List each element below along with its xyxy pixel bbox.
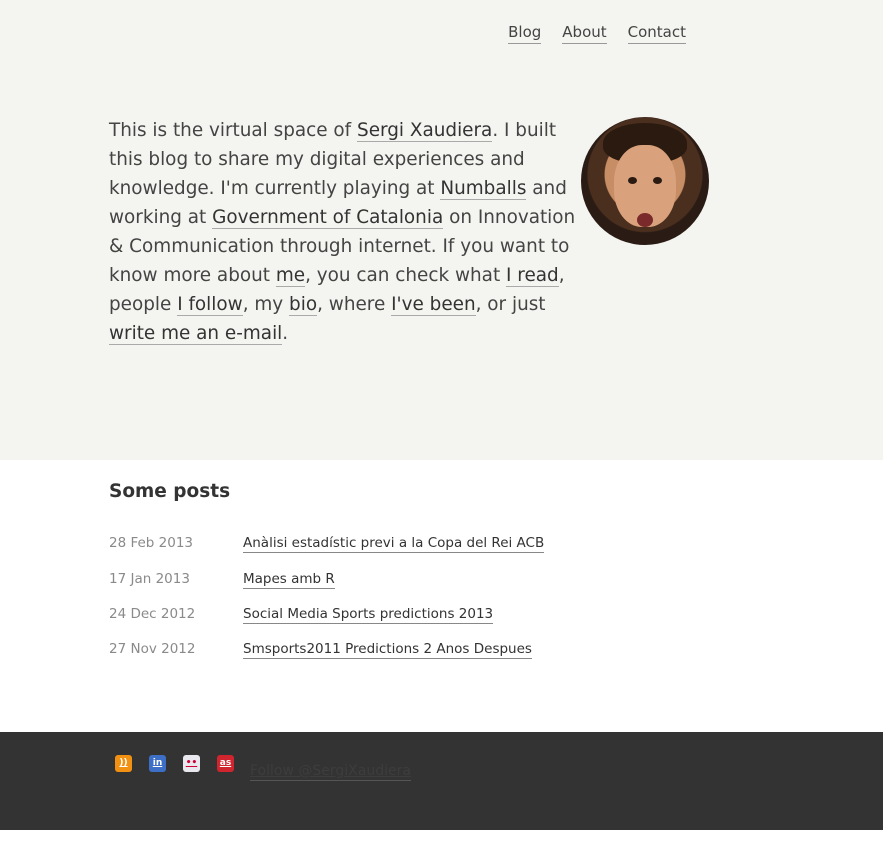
top-nav: Blog About Contact [508, 22, 686, 44]
been-link[interactable]: I've been [391, 294, 476, 316]
hero-section: Blog About Contact This is the virtual s… [0, 0, 883, 460]
name-link[interactable]: Sergi Xaudiera [357, 120, 493, 142]
post-row: 28 Feb 2013 Anàlisi estadístic previ a l… [109, 535, 809, 555]
post-title-link[interactable]: Anàlisi estadístic previ a la Copa del R… [243, 535, 545, 553]
intro-paragraph: This is the virtual space of Sergi Xaudi… [109, 116, 589, 348]
numballs-link[interactable]: Numballs [440, 178, 527, 200]
twitter-follow-link[interactable]: Follow @SergiXaudiera [250, 763, 411, 781]
follow-link[interactable]: I follow [177, 294, 243, 316]
post-title-link[interactable]: Smsports2011 Predictions 2 Anos Despues [243, 641, 532, 659]
intro-text: . [282, 323, 289, 344]
post-title-link[interactable]: Social Media Sports predictions 2013 [243, 606, 494, 624]
post-row: 17 Jan 2013 Mapes amb R [109, 571, 809, 591]
nav-contact-link[interactable]: Contact [627, 22, 686, 44]
flickr-icon[interactable]: •• [183, 755, 200, 772]
avatar [581, 117, 709, 245]
rss-icon[interactable]: )) [115, 755, 132, 772]
intro-text: , or just [475, 294, 546, 315]
email-link[interactable]: write me an e-mail [109, 323, 283, 345]
post-date: 28 Feb 2013 [109, 535, 194, 551]
lastfm-icon[interactable]: as [217, 755, 234, 772]
avatar-eye [628, 177, 637, 184]
post-row: 27 Nov 2012 Smsports2011 Predictions 2 A… [109, 641, 809, 661]
posts-heading: Some posts [109, 481, 231, 502]
avatar-mouth [637, 213, 653, 227]
footer: )) in •• as Follow @SergiXaudiera [0, 732, 883, 830]
post-row: 24 Dec 2012 Social Media Sports predicti… [109, 606, 809, 626]
intro-text: , my [242, 294, 290, 315]
linkedin-icon[interactable]: in [149, 755, 166, 772]
bio-link[interactable]: bio [289, 294, 318, 316]
nav-about-link[interactable]: About [562, 22, 607, 44]
nav-blog-link[interactable]: Blog [508, 22, 542, 44]
post-date: 27 Nov 2012 [109, 641, 196, 657]
post-date: 17 Jan 2013 [109, 571, 190, 587]
government-link[interactable]: Government of Catalonia [212, 207, 444, 229]
read-link[interactable]: I read [506, 265, 559, 287]
intro-text: , you can check what [305, 265, 507, 286]
intro-text: This is the virtual space of [109, 120, 358, 141]
post-title-link[interactable]: Mapes amb R [243, 571, 335, 589]
intro-text: , where [317, 294, 392, 315]
post-date: 24 Dec 2012 [109, 606, 196, 622]
avatar-eye [653, 177, 662, 184]
me-link[interactable]: me [275, 265, 306, 287]
posts-section: Some posts 28 Feb 2013 Anàlisi estadísti… [109, 480, 809, 659]
